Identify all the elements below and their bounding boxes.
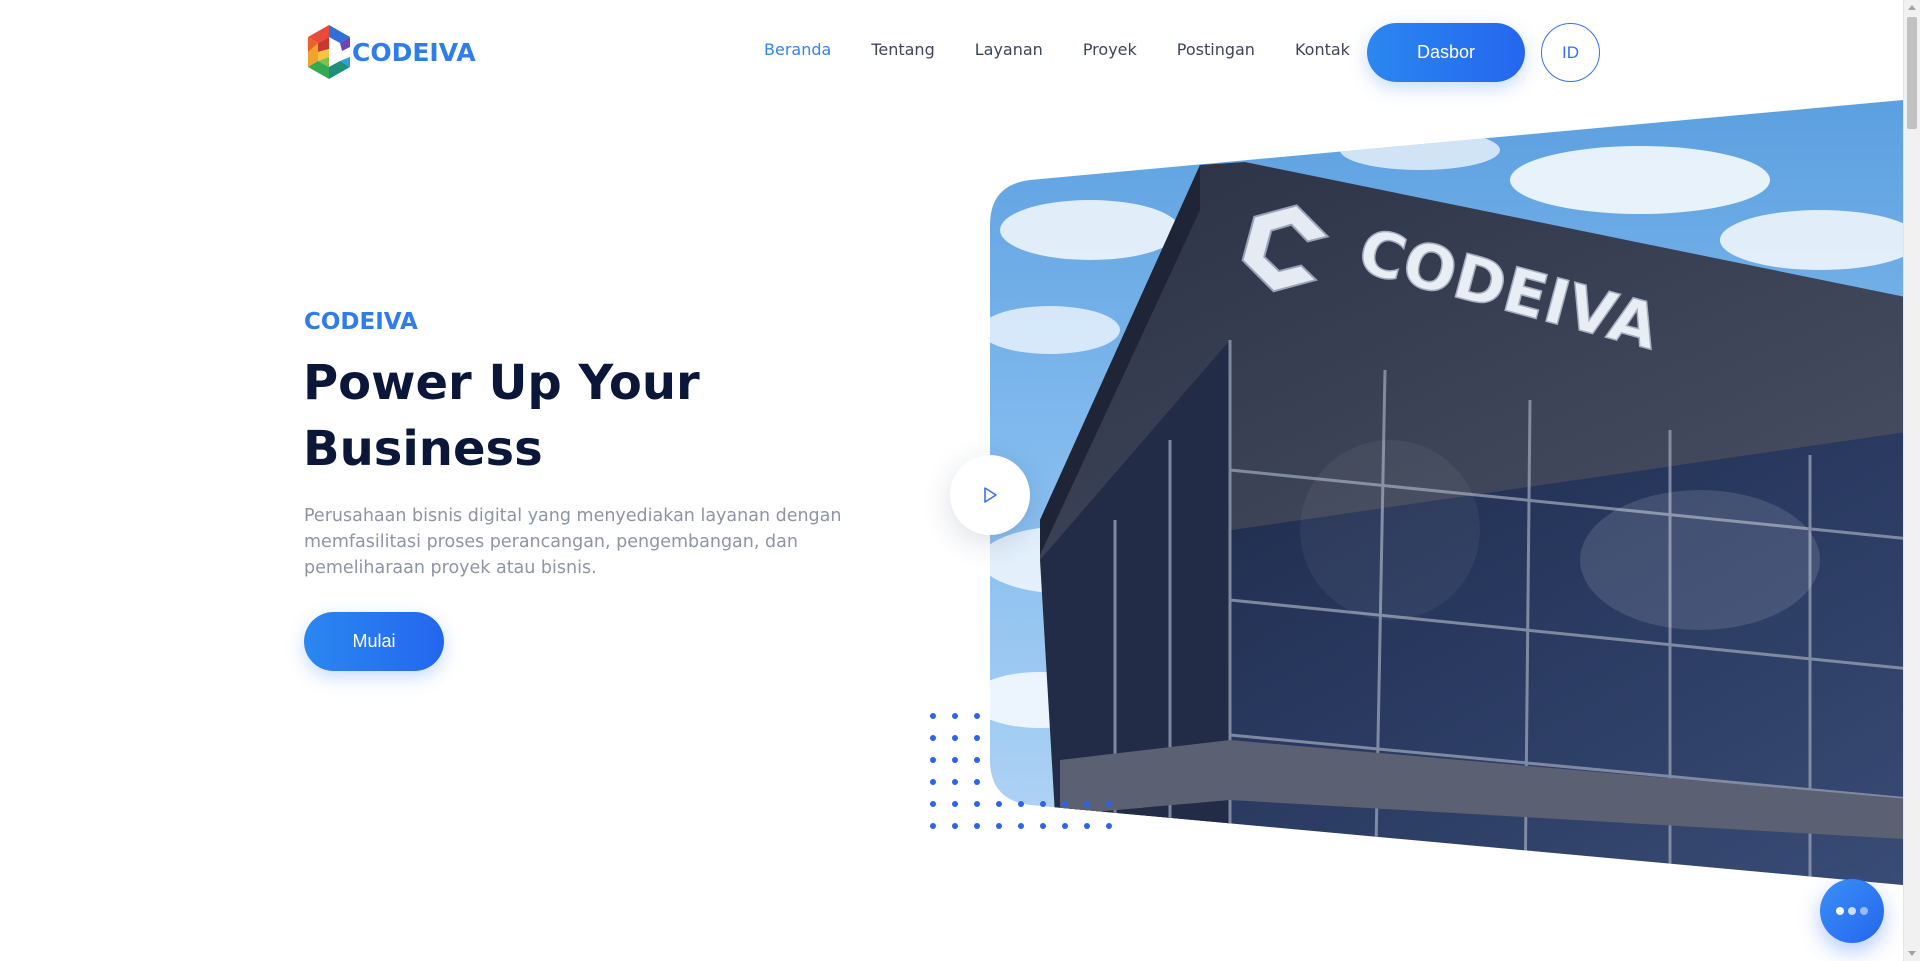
- pattern-dot: [952, 735, 958, 741]
- pattern-dot: [1018, 801, 1024, 807]
- hero-title-line2: Business: [303, 421, 543, 477]
- pattern-dot: [930, 779, 936, 785]
- pattern-dot: [930, 801, 936, 807]
- page-scrollbar[interactable]: [1903, 0, 1920, 961]
- pattern-dot: [974, 757, 980, 763]
- scroll-down-arrow-icon[interactable]: [1908, 951, 1916, 956]
- pattern-dot: [974, 779, 980, 785]
- pattern-dot: [1040, 823, 1046, 829]
- pattern-dot: [1062, 823, 1068, 829]
- nav-item-layanan[interactable]: Layanan: [975, 40, 1043, 59]
- hero-title: Power Up Your Business: [303, 350, 863, 482]
- dashboard-button[interactable]: Dasbor: [1367, 23, 1525, 82]
- play-video-button[interactable]: [950, 455, 1030, 535]
- pattern-dot: [1106, 823, 1112, 829]
- site-header: CODEIVA Beranda Tentang Layanan Proyek P…: [0, 0, 1900, 104]
- logo-mark-icon: [308, 25, 350, 79]
- nav-item-tentang[interactable]: Tentang: [871, 40, 934, 59]
- nav-item-beranda[interactable]: Beranda: [764, 40, 831, 59]
- pattern-dot: [974, 735, 980, 741]
- pattern-dot: [930, 713, 936, 719]
- start-button[interactable]: Mulai: [304, 612, 444, 671]
- main-nav: Beranda Tentang Layanan Proyek Postingan…: [764, 40, 1390, 59]
- pattern-dot: [974, 713, 980, 719]
- hero-description: Perusahaan bisnis digital yang menyediak…: [304, 506, 842, 578]
- chat-dot: [1860, 907, 1868, 915]
- pattern-dot: [996, 801, 1002, 807]
- chat-dot: [1848, 907, 1856, 915]
- pattern-dot: [974, 823, 980, 829]
- logo[interactable]: CODEIVA: [304, 25, 476, 79]
- pattern-dot: [930, 735, 936, 741]
- pattern-dot: [1018, 823, 1024, 829]
- chat-icon: [1836, 907, 1844, 915]
- dot-pattern: [930, 713, 1112, 829]
- pattern-dot: [952, 757, 958, 763]
- pattern-dot: [952, 801, 958, 807]
- nav-item-proyek[interactable]: Proyek: [1083, 40, 1137, 59]
- chat-button[interactable]: [1820, 879, 1884, 943]
- hero-eyebrow: CODEIVA: [304, 309, 418, 335]
- pattern-dot: [1040, 801, 1046, 807]
- pattern-dot: [952, 823, 958, 829]
- pattern-dot: [1062, 801, 1068, 807]
- nav-item-kontak[interactable]: Kontak: [1295, 40, 1350, 59]
- pattern-dot: [952, 779, 958, 785]
- pattern-dot: [1084, 823, 1090, 829]
- building-sign-text: CODEIVA: [1351, 214, 1666, 364]
- hero-title-line1: Power Up Your: [303, 355, 700, 411]
- nav-item-postingan[interactable]: Postingan: [1177, 40, 1255, 59]
- logo-text: CODEIVA: [352, 37, 476, 67]
- pattern-dot: [930, 823, 936, 829]
- scroll-thumb[interactable]: [1907, 17, 1917, 129]
- pattern-dot: [952, 713, 958, 719]
- pattern-dot: [930, 757, 936, 763]
- scroll-up-arrow-icon[interactable]: [1908, 5, 1916, 10]
- pattern-dot: [974, 801, 980, 807]
- pattern-dot: [1084, 801, 1090, 807]
- pattern-dot: [1106, 801, 1112, 807]
- pattern-dot: [996, 823, 1002, 829]
- language-button[interactable]: ID: [1541, 23, 1600, 82]
- play-icon: [984, 487, 997, 503]
